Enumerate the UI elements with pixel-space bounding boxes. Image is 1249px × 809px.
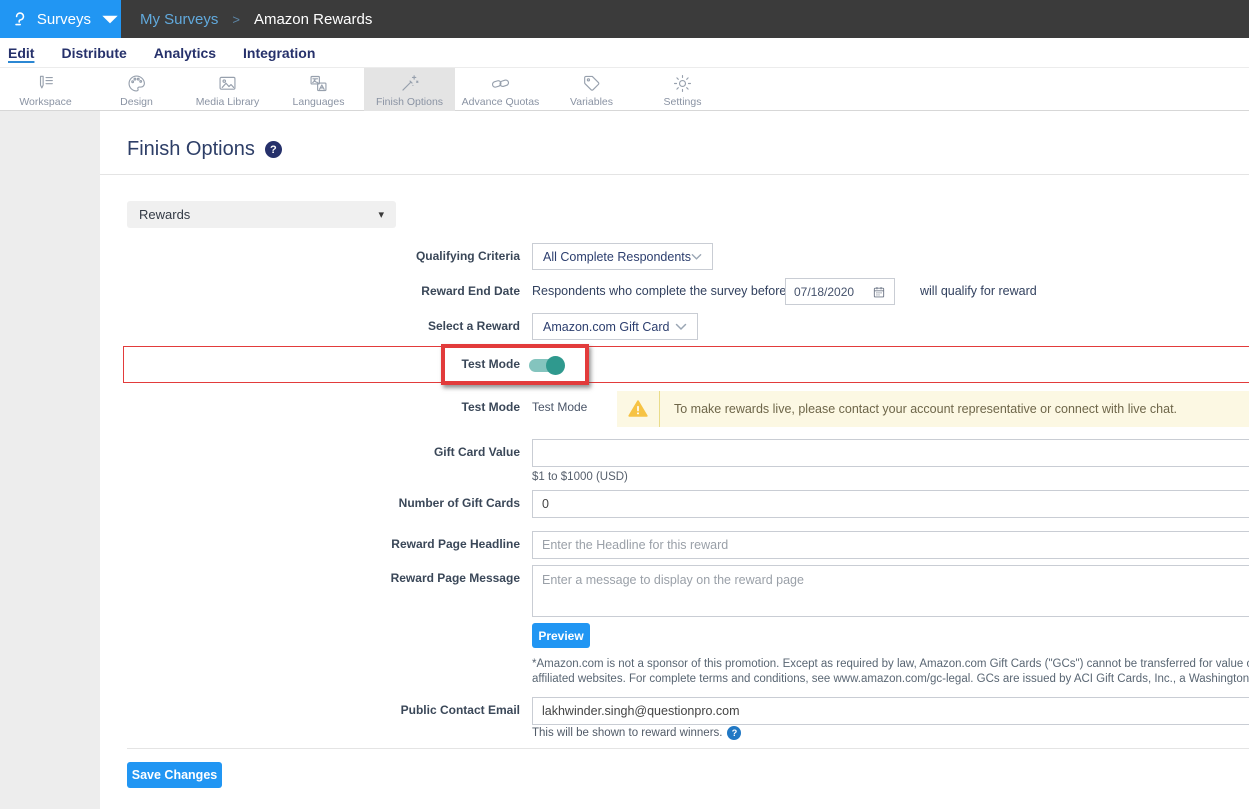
chevron-down-icon <box>99 8 121 30</box>
save-changes-button[interactable]: Save Changes <box>127 762 222 788</box>
reward-end-date-value: 07/18/2020 <box>794 285 854 299</box>
questionpro-logo-icon <box>12 8 28 30</box>
test-mode-toggle-label: Test Mode <box>462 351 520 378</box>
languages-icon <box>308 73 329 94</box>
breadcrumb-my-surveys[interactable]: My Surveys <box>140 11 218 28</box>
public-contact-email-label: Public Contact Email <box>401 697 520 724</box>
breadcrumb-current-survey: Amazon Rewards <box>254 11 372 28</box>
select-a-reward-select[interactable]: Amazon.com Gift Card <box>532 313 698 340</box>
nav-tab-analytics[interactable]: Analytics <box>154 45 216 61</box>
toolbar-item-workspace[interactable]: Workspace <box>0 68 91 111</box>
warning-text: To make rewards live, please contact you… <box>674 402 1177 416</box>
public-contact-email-helper: This will be shown to reward winners. <box>532 727 722 739</box>
reward-page-message-textarea[interactable] <box>532 565 1249 617</box>
public-contact-email-input[interactable] <box>532 697 1249 725</box>
chain-links-icon <box>490 73 511 94</box>
toolbar-item-settings[interactable]: Settings <box>637 68 728 111</box>
annotation-highlight-row <box>123 346 1249 383</box>
toolbar-item-design[interactable]: Design <box>91 68 182 111</box>
legal-line-1: *Amazon.com is not a sponsor of this pro… <box>532 657 1249 672</box>
app-window: Surveys My Surveys > Amazon Rewards Edit… <box>0 0 1249 809</box>
toolbar-item-label: Settings <box>664 96 702 108</box>
toolbar-item-finish-options[interactable]: Finish Options <box>364 68 455 111</box>
qualifying-criteria-value: All Complete Respondents <box>543 250 691 264</box>
toolbar-item-languages[interactable]: Languages <box>273 68 364 111</box>
number-of-gift-cards-label: Number of Gift Cards <box>399 490 520 517</box>
workspace-icon <box>35 73 56 94</box>
reward-end-date-suffix: will qualify for reward <box>920 278 1037 305</box>
toolbar-item-label: Advance Quotas <box>462 96 540 108</box>
nav-tab-distribute[interactable]: Distribute <box>61 45 126 61</box>
edit-toolbar: Workspace Design Media Library Languag <box>0 68 1249 111</box>
chevron-down-icon: ▾ <box>378 208 384 221</box>
page-title: Finish Options <box>127 138 255 161</box>
toolbar-item-label: Languages <box>293 96 345 108</box>
magic-wand-icon <box>399 73 420 94</box>
primary-nav: Edit Distribute Analytics Integration <box>0 38 1249 68</box>
toolbar-item-label: Workspace <box>19 96 71 108</box>
left-gutter <box>0 111 100 809</box>
toolbar-item-label: Design <box>120 96 153 108</box>
reward-page-headline-label: Reward Page Headline <box>391 531 520 558</box>
gift-card-value-label: Gift Card Value <box>434 439 520 466</box>
test-mode-toggle[interactable] <box>529 355 569 375</box>
reward-end-date-input[interactable]: 07/18/2020 <box>785 278 895 305</box>
tag-icon <box>581 73 602 94</box>
legal-line-2: affiliated websites. For complete terms … <box>532 672 1249 687</box>
qualifying-criteria-label: Qualifying Criteria <box>416 243 520 270</box>
test-mode-status-label: Test Mode <box>462 394 520 421</box>
calendar-icon <box>872 285 886 299</box>
finish-option-type-value: Rewards <box>139 207 190 222</box>
finish-option-type-dropdown[interactable]: Rewards ▾ <box>127 201 396 228</box>
nav-tab-edit[interactable]: Edit <box>8 45 34 61</box>
top-header-bar: Surveys My Surveys > Amazon Rewards <box>0 0 1249 38</box>
design-palette-icon <box>126 73 147 94</box>
select-a-reward-value: Amazon.com Gift Card <box>543 320 669 334</box>
toggle-knob <box>546 356 565 375</box>
toolbar-item-label: Media Library <box>196 96 260 108</box>
toolbar-item-label: Finish Options <box>376 96 443 108</box>
warning-triangle-icon <box>627 398 649 420</box>
toolbar-item-advance-quotas[interactable]: Advance Quotas <box>455 68 546 111</box>
surveys-menu-button[interactable]: Surveys <box>0 0 121 38</box>
gift-card-value-input[interactable] <box>532 439 1249 467</box>
chevron-down-icon <box>691 253 702 261</box>
breadcrumb-separator: > <box>232 12 240 27</box>
nav-tab-integration[interactable]: Integration <box>243 45 315 61</box>
help-icon[interactable]: ? <box>265 141 282 158</box>
reward-page-message-label: Reward Page Message <box>391 565 520 592</box>
warning-divider <box>659 391 660 427</box>
select-a-reward-label: Select a Reward <box>428 313 520 340</box>
reward-page-headline-input[interactable] <box>532 531 1249 559</box>
reward-end-date-prefix: Respondents who complete the survey befo… <box>532 278 786 305</box>
test-mode-warning-banner: To make rewards live, please contact you… <box>617 391 1249 427</box>
preview-button[interactable]: Preview <box>532 623 590 648</box>
breadcrumb: My Surveys > Amazon Rewards <box>140 0 372 38</box>
amazon-legal-text: *Amazon.com is not a sponsor of this pro… <box>532 657 1249 687</box>
test-mode-status-value: Test Mode <box>532 394 587 421</box>
media-library-icon <box>217 73 238 94</box>
footer-divider <box>127 748 1249 749</box>
toolbar-item-label: Variables <box>570 96 613 108</box>
qualifying-criteria-select[interactable]: All Complete Respondents <box>532 243 713 270</box>
gear-icon <box>672 73 693 94</box>
reward-end-date-label: Reward End Date <box>421 278 520 305</box>
toolbar-item-media-library[interactable]: Media Library <box>182 68 273 111</box>
chevron-down-icon <box>675 323 687 331</box>
help-icon[interactable]: ? <box>727 726 741 740</box>
number-of-gift-cards-input[interactable] <box>532 490 1249 518</box>
gift-card-value-helper: $1 to $1000 (USD) <box>532 471 628 483</box>
section-divider <box>100 174 1249 175</box>
toolbar-item-variables[interactable]: Variables <box>546 68 637 111</box>
product-name: Surveys <box>37 11 91 28</box>
